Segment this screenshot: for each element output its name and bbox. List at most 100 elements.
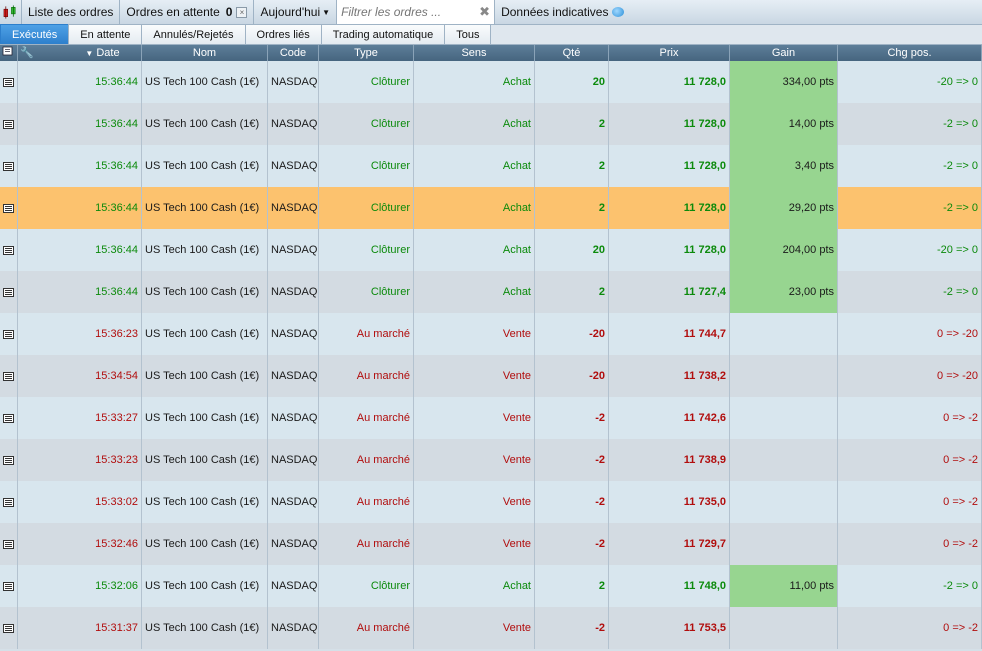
table-row[interactable]: 15:33:02 US Tech 100 Cash (1€) NASDAQ Au ma… xyxy=(0,481,982,523)
pending-orders-button[interactable]: Ordres en attente 0 × xyxy=(120,0,255,24)
tab-0[interactable]: Exécutés xyxy=(0,24,70,44)
column-header-chg[interactable]: Chg pos. xyxy=(838,45,982,61)
cell-nom: US Tech 100 Cash (1€) xyxy=(142,313,268,355)
column-header-details[interactable] xyxy=(0,45,18,61)
order-details-cell[interactable] xyxy=(0,523,18,565)
cell-sens: Vente xyxy=(414,439,535,481)
order-details-icon[interactable] xyxy=(3,455,14,465)
order-details-cell[interactable] xyxy=(0,355,18,397)
order-details-icon[interactable] xyxy=(3,497,14,507)
order-details-cell[interactable] xyxy=(0,397,18,439)
order-details-icon[interactable] xyxy=(3,539,14,549)
cell-gain xyxy=(730,439,838,481)
cell-gain xyxy=(730,481,838,523)
order-details-icon[interactable] xyxy=(3,329,14,339)
order-details-icon[interactable] xyxy=(3,371,14,381)
cell-type: Au marché xyxy=(319,397,414,439)
order-details-cell[interactable] xyxy=(0,481,18,523)
cell-chg: 0 => -20 xyxy=(838,313,982,355)
order-details-cell[interactable] xyxy=(0,439,18,481)
table-row[interactable]: 15:36:44 US Tech 100 Cash (1€) NASDAQ Clôtu… xyxy=(0,187,982,229)
column-header-prix[interactable]: Prix xyxy=(609,45,730,61)
cell-gain xyxy=(730,313,838,355)
tab-2[interactable]: Annulés/Rejetés xyxy=(141,24,246,44)
tab-4[interactable]: Trading automatique xyxy=(320,24,446,44)
column-header-qte[interactable]: Qté xyxy=(535,45,609,61)
order-details-cell[interactable] xyxy=(0,229,18,271)
table-row[interactable]: 15:36:44 US Tech 100 Cash (1€) NASDAQ Clôtu… xyxy=(0,61,982,103)
column-header-code[interactable]: Code xyxy=(268,45,319,61)
cell-gain: 11,00 pts xyxy=(730,565,838,607)
table-row[interactable]: 15:32:46 US Tech 100 Cash (1€) NASDAQ Au ma… xyxy=(0,523,982,565)
cell-date: 15:33:23 xyxy=(18,439,142,481)
tab-3[interactable]: Ordres liés xyxy=(244,24,322,44)
order-details-cell[interactable] xyxy=(0,187,18,229)
cell-type: Au marché xyxy=(319,439,414,481)
table-row[interactable]: 15:31:37 US Tech 100 Cash (1€) NASDAQ Au ma… xyxy=(0,607,982,649)
cell-chg: -2 => 0 xyxy=(838,565,982,607)
cell-type: Clôturer xyxy=(319,565,414,607)
order-details-icon[interactable] xyxy=(3,287,14,297)
cell-sens: Achat xyxy=(414,229,535,271)
cell-chg: 0 => -2 xyxy=(838,481,982,523)
cell-qte: 20 xyxy=(535,61,609,103)
table-row[interactable]: 15:36:44 US Tech 100 Cash (1€) NASDAQ Clôtu… xyxy=(0,145,982,187)
cell-code: NASDAQ xyxy=(268,103,319,145)
tab-5[interactable]: Tous xyxy=(444,24,492,44)
cell-date: 15:36:44 xyxy=(18,103,142,145)
order-details-cell[interactable] xyxy=(0,145,18,187)
cell-code: NASDAQ xyxy=(268,481,319,523)
cell-chg: 0 => -20 xyxy=(838,355,982,397)
clear-filter-icon[interactable]: ✖ xyxy=(479,4,490,20)
cell-code: NASDAQ xyxy=(268,145,319,187)
indicative-data-indicator[interactable]: Données indicatives xyxy=(495,0,630,24)
orders-list-button[interactable]: Liste des ordres xyxy=(22,0,121,24)
column-header-sens[interactable]: Sens xyxy=(414,45,535,61)
order-details-cell[interactable] xyxy=(0,61,18,103)
table-row[interactable]: 15:33:23 US Tech 100 Cash (1€) NASDAQ Au ma… xyxy=(0,439,982,481)
cell-qte: -20 xyxy=(535,313,609,355)
cell-sens: Achat xyxy=(414,187,535,229)
order-details-cell[interactable] xyxy=(0,607,18,649)
cell-date: 15:36:23 xyxy=(18,313,142,355)
order-details-icon[interactable] xyxy=(3,203,14,213)
period-label: Aujourd'hui xyxy=(260,5,321,19)
cell-gain xyxy=(730,607,838,649)
table-row[interactable]: 15:36:44 US Tech 100 Cash (1€) NASDAQ Clôtu… xyxy=(0,103,982,145)
column-header-gain[interactable]: Gain xyxy=(730,45,838,61)
cell-prix: 11 728,0 xyxy=(609,145,730,187)
cell-chg: 0 => -2 xyxy=(838,439,982,481)
cell-gain: 14,00 pts xyxy=(730,103,838,145)
wrench-icon[interactable]: 🔧 xyxy=(20,47,34,59)
filter-orders-input[interactable] xyxy=(341,5,472,19)
order-details-cell[interactable] xyxy=(0,313,18,355)
order-details-icon[interactable] xyxy=(3,245,14,255)
cell-nom: US Tech 100 Cash (1€) xyxy=(142,355,268,397)
table-row[interactable]: 15:34:54 US Tech 100 Cash (1€) NASDAQ Au ma… xyxy=(0,355,982,397)
cell-code: NASDAQ xyxy=(268,229,319,271)
cell-prix: 11 744,7 xyxy=(609,313,730,355)
order-details-icon[interactable] xyxy=(3,413,14,423)
period-dropdown[interactable]: Aujourd'hui ▼ xyxy=(254,0,338,24)
order-details-icon[interactable] xyxy=(3,161,14,171)
cell-nom: US Tech 100 Cash (1€) xyxy=(142,565,268,607)
table-row[interactable]: 15:32:06 US Tech 100 Cash (1€) NASDAQ Clôtu… xyxy=(0,565,982,607)
table-row[interactable]: 15:36:44 US Tech 100 Cash (1€) NASDAQ Clôtu… xyxy=(0,271,982,313)
order-details-cell[interactable] xyxy=(0,565,18,607)
column-header-date[interactable]: 🔧 xyxy=(18,45,64,61)
pending-close-icon[interactable]: × xyxy=(236,6,248,18)
table-row[interactable]: 15:36:23 US Tech 100 Cash (1€) NASDAQ Au ma… xyxy=(0,313,982,355)
order-details-icon[interactable] xyxy=(3,623,14,633)
order-details-icon[interactable] xyxy=(3,77,14,87)
column-header-type[interactable]: Type xyxy=(319,45,414,61)
cell-type: Clôturer xyxy=(319,103,414,145)
order-details-cell[interactable] xyxy=(0,271,18,313)
column-header-date-label[interactable]: ▼ Date xyxy=(64,45,142,61)
table-row[interactable]: 15:33:27 US Tech 100 Cash (1€) NASDAQ Au ma… xyxy=(0,397,982,439)
tab-1[interactable]: En attente xyxy=(68,24,143,44)
order-details-cell[interactable] xyxy=(0,103,18,145)
order-details-icon[interactable] xyxy=(3,119,14,129)
column-header-nom[interactable]: Nom xyxy=(142,45,268,61)
table-row[interactable]: 15:36:44 US Tech 100 Cash (1€) NASDAQ Clôtu… xyxy=(0,229,982,271)
order-details-icon[interactable] xyxy=(3,581,14,591)
